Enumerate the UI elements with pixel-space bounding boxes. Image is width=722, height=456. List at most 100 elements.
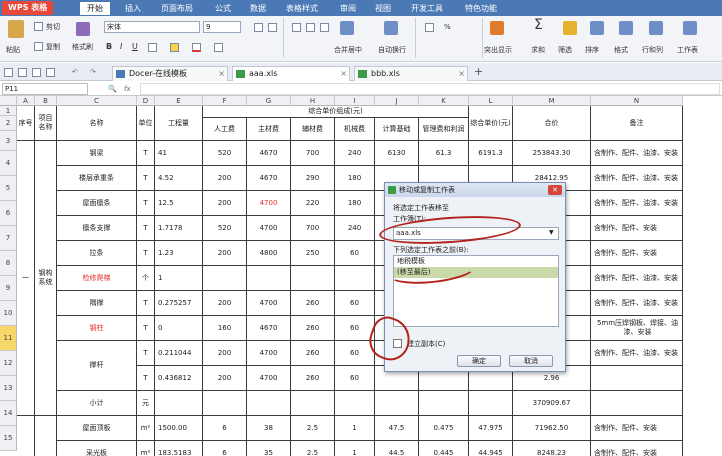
item-quantity[interactable]: 0.211044: [155, 341, 203, 366]
item-note[interactable]: 含制作、配件、安装: [591, 416, 683, 441]
item-labor[interactable]: 200: [203, 166, 247, 191]
item-material[interactable]: 4700: [247, 366, 291, 391]
item-machine[interactable]: 60: [335, 366, 375, 391]
column-header[interactable]: H: [291, 96, 335, 106]
align-bottom-icon[interactable]: [320, 23, 329, 32]
fill-color-icon[interactable]: [170, 43, 179, 52]
item-material[interactable]: 35: [247, 441, 291, 456]
item-total[interactable]: 370909.67: [513, 391, 591, 416]
header-machine[interactable]: 机械费: [335, 118, 375, 141]
item-name[interactable]: 小计: [57, 391, 137, 416]
item-quantity[interactable]: [155, 391, 203, 416]
new-tab-button[interactable]: +: [474, 66, 483, 78]
header-seq[interactable]: 序号: [17, 106, 35, 141]
row-header[interactable]: 13: [0, 376, 17, 401]
item-note[interactable]: 含制作、配件、油漆、安装: [591, 141, 683, 166]
format-painter-icon[interactable]: [76, 22, 90, 36]
item-base[interactable]: [375, 391, 419, 416]
item-material[interactable]: [247, 266, 291, 291]
italic-button[interactable]: I: [120, 41, 122, 53]
header-material[interactable]: 主材费: [247, 118, 291, 141]
item-base[interactable]: 6130: [375, 141, 419, 166]
item-note[interactable]: 含制作、配件、安装: [591, 241, 683, 266]
border-icon[interactable]: [148, 43, 157, 52]
item-unit[interactable]: 个: [137, 266, 155, 291]
tab-docer[interactable]: Docer-在线模板 ×: [112, 66, 228, 81]
item-unit-price[interactable]: 6191.3: [469, 141, 513, 166]
tab-bbb[interactable]: bbb.xls ×: [354, 66, 468, 81]
print-icon[interactable]: [32, 68, 41, 77]
cut-button[interactable]: 剪切: [46, 21, 60, 33]
header-quantity[interactable]: 工程量: [155, 106, 203, 141]
item-machine[interactable]: 180: [335, 166, 375, 191]
header-price-group[interactable]: 综合单价组成(元): [203, 106, 469, 118]
item-note[interactable]: [591, 391, 683, 416]
item-total[interactable]: 253843.30: [513, 141, 591, 166]
item-material[interactable]: 4670: [247, 141, 291, 166]
menu-tab-features[interactable]: 特色功能: [458, 2, 504, 15]
name-box[interactable]: P11: [2, 83, 88, 95]
item-machine[interactable]: [335, 266, 375, 291]
item-note[interactable]: 5mm压焊钢板、焊接、油漆、安装: [591, 316, 683, 341]
wrap-text-button[interactable]: 自动换行: [378, 44, 406, 56]
header-mgmt[interactable]: 管理费和利润: [419, 118, 469, 141]
item-machine[interactable]: 180: [335, 191, 375, 216]
fx-button[interactable]: fx: [124, 83, 131, 95]
item-unit[interactable]: T: [137, 366, 155, 391]
item-labor[interactable]: 200: [203, 241, 247, 266]
item-material[interactable]: 4700: [247, 216, 291, 241]
menu-tab-home[interactable]: 开始: [80, 2, 110, 15]
item-labor[interactable]: 520: [203, 141, 247, 166]
column-header[interactable]: K: [419, 96, 469, 106]
percent-button[interactable]: %: [444, 21, 451, 33]
row-header[interactable]: 5: [0, 176, 17, 201]
row-header[interactable]: 3: [0, 131, 17, 151]
item-unit[interactable]: m²: [137, 441, 155, 456]
item-machine[interactable]: 60: [335, 291, 375, 316]
item-material[interactable]: 4700: [247, 341, 291, 366]
item-aux[interactable]: [291, 266, 335, 291]
item-quantity[interactable]: 1.7178: [155, 216, 203, 241]
item-name[interactable]: 隅撑: [57, 291, 137, 316]
bold-button[interactable]: B: [106, 41, 112, 53]
item-quantity[interactable]: 0: [155, 316, 203, 341]
align-middle-icon[interactable]: [306, 23, 315, 32]
item-name[interactable]: 采光板: [57, 441, 137, 456]
row-column-button[interactable]: 行和列: [642, 44, 663, 56]
paste-button[interactable]: 粘贴: [6, 44, 20, 56]
column-header[interactable]: D: [137, 96, 155, 106]
merged-seq[interactable]: 一: [17, 141, 35, 416]
row-header[interactable]: 12: [0, 351, 17, 376]
item-material[interactable]: [247, 391, 291, 416]
item-labor[interactable]: 520: [203, 216, 247, 241]
item-unit-price[interactable]: [469, 391, 513, 416]
menu-tab-formula[interactable]: 公式: [208, 2, 238, 15]
item-note[interactable]: 含制作、配件、油漆、安装: [591, 291, 683, 316]
item-aux[interactable]: 260: [291, 366, 335, 391]
column-header[interactable]: F: [203, 96, 247, 106]
item-labor[interactable]: 200: [203, 191, 247, 216]
column-header[interactable]: C: [57, 96, 137, 106]
item-name[interactable]: 楼层承重条: [57, 166, 137, 191]
column-header[interactable]: N: [591, 96, 683, 106]
item-material[interactable]: 4670: [247, 166, 291, 191]
item-aux[interactable]: 260: [291, 291, 335, 316]
header-total[interactable]: 合价: [513, 106, 591, 141]
seq-cell[interactable]: [17, 416, 35, 456]
item-mgmt[interactable]: 61.3: [419, 141, 469, 166]
app-logo[interactable]: WPS 表格: [2, 1, 54, 15]
select-all-corner[interactable]: [0, 96, 17, 106]
item-unit-price[interactable]: 47.975: [469, 416, 513, 441]
header-note[interactable]: 备注: [591, 106, 683, 141]
redo-icon[interactable]: ↷: [90, 66, 96, 78]
item-material[interactable]: 4700: [247, 191, 291, 216]
row-header[interactable]: 15: [0, 426, 17, 451]
cancel-button[interactable]: 取消: [509, 355, 553, 367]
close-icon[interactable]: ×: [458, 67, 465, 81]
item-quantity[interactable]: 41: [155, 141, 203, 166]
wrap-text-icon[interactable]: [384, 21, 398, 35]
item-quantity[interactable]: 0.436812: [155, 366, 203, 391]
header-name[interactable]: 名称: [57, 106, 137, 141]
item-unit[interactable]: T: [137, 141, 155, 166]
ok-button[interactable]: 确定: [457, 355, 501, 367]
